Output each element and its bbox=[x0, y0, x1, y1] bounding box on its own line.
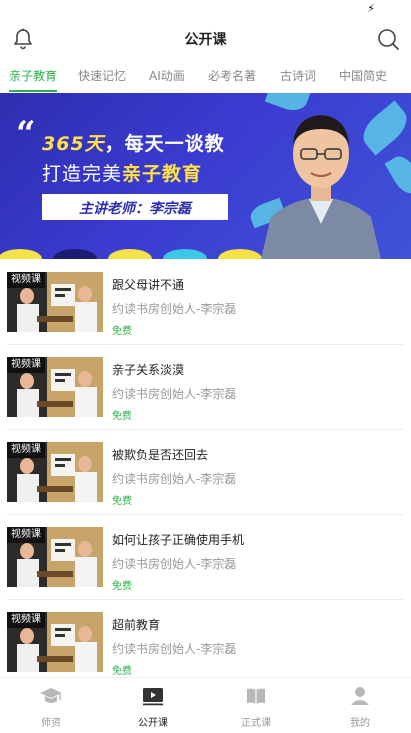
course-price: 免费 bbox=[112, 581, 132, 592]
course-thumbnail: 视频课 bbox=[7, 442, 103, 502]
course-title: 亲子关系淡漠 bbox=[112, 363, 185, 377]
nav-formal-courses[interactable]: 正式课 bbox=[205, 678, 307, 733]
course-author: 约读书房创始人-李宗磊 bbox=[112, 557, 237, 571]
course-author: 约读书房创始人-李宗磊 bbox=[112, 302, 237, 316]
banner-highlight-topic: 亲子教育 bbox=[122, 163, 203, 185]
teacher-label-bar: 主讲老师：李宗磊 bbox=[42, 194, 228, 220]
video-course-badge: 视频课 bbox=[7, 357, 45, 373]
graduation-cap-icon bbox=[40, 688, 62, 703]
tab-ai-animation[interactable]: AI动画 bbox=[149, 67, 185, 84]
nav-open-courses[interactable]: 公开课 bbox=[102, 678, 204, 733]
tab-parenting[interactable]: 亲子教育 bbox=[9, 67, 57, 84]
nav-label: 我的 bbox=[350, 718, 370, 729]
category-tabs: 亲子教育 快速记忆 AI动画 必考名著 古诗词 中国简史 bbox=[0, 60, 411, 92]
course-title: 如何让孩子正确使用手机 bbox=[112, 533, 245, 547]
video-course-badge: 视频课 bbox=[7, 612, 45, 628]
course-thumbnail: 视频课 bbox=[7, 527, 103, 587]
banner-headline-2-plain: 打造完美 bbox=[42, 163, 123, 185]
course-price: 免费 bbox=[112, 496, 132, 507]
banner-headline-1-rest: ，每天一谈教 bbox=[104, 133, 225, 155]
nav-label: 师资 bbox=[41, 718, 61, 729]
nav-teachers[interactable]: 师资 bbox=[0, 678, 102, 733]
course-author: 约读书房创始人-李宗磊 bbox=[112, 472, 237, 486]
list-item[interactable]: 视频课 跟父母讲不通 约读书房创始人-李宗磊 免费 bbox=[0, 260, 411, 345]
tab-chinese-history[interactable]: 中国简史 bbox=[339, 67, 387, 84]
banner-headline-2: 打造完美亲子教育 bbox=[42, 159, 202, 186]
teacher-portrait bbox=[261, 115, 381, 259]
nav-label: 公开课 bbox=[138, 718, 168, 729]
course-thumbnail: 视频课 bbox=[7, 357, 103, 417]
tab-required-classics[interactable]: 必考名著 bbox=[208, 67, 256, 84]
course-title: 被欺负是否还回去 bbox=[112, 448, 209, 462]
quote-mark: “ bbox=[16, 114, 36, 154]
nav-label: 正式课 bbox=[241, 718, 271, 729]
person-icon bbox=[351, 687, 369, 705]
nav-profile[interactable]: 我的 bbox=[309, 678, 411, 733]
bolt-icon: ⚡ bbox=[367, 2, 375, 15]
video-course-badge: 视频课 bbox=[7, 527, 45, 543]
book-icon bbox=[247, 688, 265, 704]
course-price: 免费 bbox=[112, 411, 132, 422]
promo-banner[interactable]: “ 365天，每天一谈教 打造完美亲子教育 主讲老师：李宗磊 bbox=[0, 93, 411, 259]
page-title: 公开课 bbox=[184, 32, 227, 48]
course-thumbnail: 视频课 bbox=[7, 272, 103, 332]
banner-highlight-days: 365天 bbox=[42, 133, 105, 155]
list-item[interactable]: 视频课 如何让孩子正确使用手机 约读书房创始人-李宗磊 免费 bbox=[0, 515, 411, 600]
course-price: 免费 bbox=[112, 666, 132, 677]
tab-fast-memory[interactable]: 快速记忆 bbox=[78, 67, 126, 84]
teacher-label: 主讲老师：李宗磊 bbox=[79, 201, 191, 217]
banner-headline-1: 365天，每天一谈教 bbox=[42, 129, 225, 156]
list-item[interactable]: 视频课 被欺负是否还回去 约读书房创始人-李宗磊 免费 bbox=[0, 430, 411, 515]
course-author: 约读书房创始人-李宗磊 bbox=[112, 642, 237, 656]
bottom-nav: 师资 公开课 正式课 我的 bbox=[0, 677, 411, 733]
tab-ancient-poetry[interactable]: 古诗词 bbox=[280, 67, 316, 84]
status-bar: ⚡ bbox=[0, 0, 411, 20]
app-header: 公开课 bbox=[0, 20, 411, 60]
course-thumbnail: 视频课 bbox=[7, 612, 103, 672]
list-item[interactable]: 视频课 亲子关系淡漠 约读书房创始人-李宗磊 免费 bbox=[0, 345, 411, 430]
search-icon[interactable] bbox=[376, 27, 400, 51]
course-price: 免费 bbox=[112, 326, 132, 337]
video-play-icon bbox=[143, 688, 163, 706]
video-course-badge: 视频课 bbox=[7, 272, 45, 288]
course-title: 超前教育 bbox=[112, 618, 161, 632]
active-tab-indicator bbox=[9, 90, 57, 92]
video-course-badge: 视频课 bbox=[7, 442, 45, 458]
course-author: 约读书房创始人-李宗磊 bbox=[112, 387, 237, 401]
list-item[interactable]: 视频课 超前教育 约读书房创始人-李宗磊 免费 bbox=[0, 600, 411, 685]
course-title: 跟父母讲不通 bbox=[112, 278, 185, 292]
